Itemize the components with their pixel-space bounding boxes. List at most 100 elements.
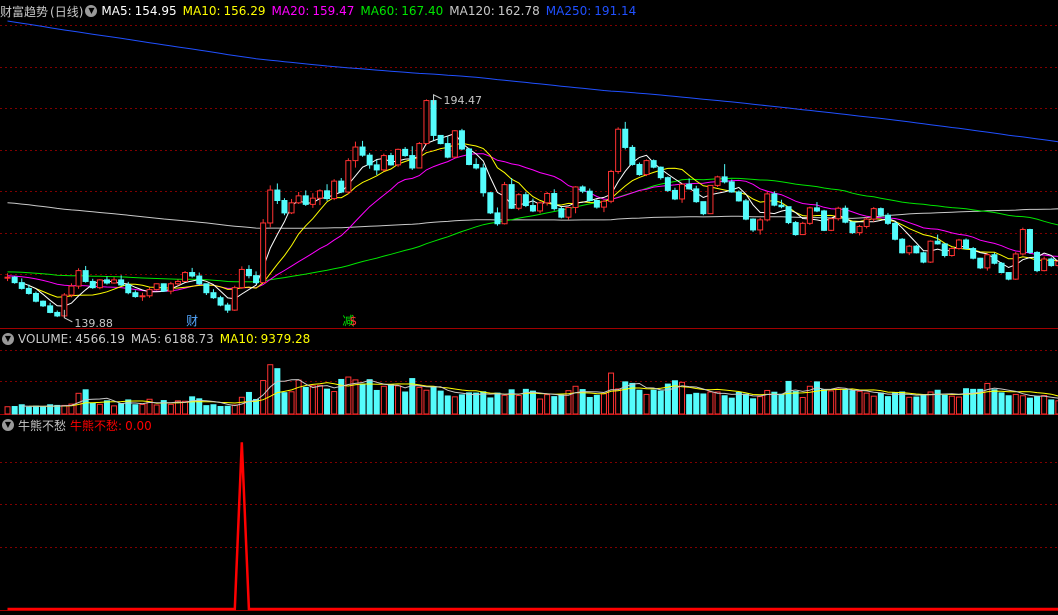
volume-bar-down <box>444 395 451 415</box>
volume-bar-up <box>515 395 522 415</box>
volume-bar-up <box>906 396 913 415</box>
chart-canvas[interactable]: 194.47139.88 财减$ <box>0 0 1058 615</box>
price-panel-header: 财富趋势 (日线) ▼ MA5: 154.95 MA10: 156.29 MA20:… <box>0 2 642 20</box>
candle-down <box>700 201 707 215</box>
candle-up <box>835 207 842 220</box>
volume-bar-down <box>636 389 643 415</box>
candle-down <box>778 204 785 208</box>
candle-down <box>622 128 629 148</box>
candle-down <box>32 292 39 302</box>
volume-bar-down <box>82 389 89 415</box>
candle-down <box>466 148 473 165</box>
volume-bar-up <box>544 394 551 415</box>
volume-bar-up <box>615 388 622 415</box>
volume-bar-down <box>1034 396 1041 415</box>
signal-marker: 财 <box>186 314 198 328</box>
volume-bar-down <box>54 404 61 415</box>
volume-bar-down <box>1005 395 1012 415</box>
candle-up <box>75 270 82 287</box>
volume-bar-down <box>849 390 856 415</box>
candle-down <box>1026 229 1033 253</box>
candle-down <box>324 190 331 200</box>
volume-bar-up <box>451 396 458 415</box>
ma60-legend: MA60: 167.40 <box>360 4 444 18</box>
candle-down <box>558 208 565 218</box>
candle-down <box>281 200 288 214</box>
high-price-label: 194.47 <box>444 94 483 107</box>
candle-up <box>167 283 174 292</box>
candle-up <box>799 222 806 236</box>
candle-down <box>529 205 536 212</box>
candle-down <box>842 207 849 223</box>
volume-bar-up <box>167 403 174 415</box>
indicator-panel-header: ▼ 牛熊不愁 牛熊不愁: 0.00 <box>0 416 152 434</box>
volume-panel-header: ▼ VOLUME: 4566.19 MA5: 6188.73 MA10: 9379.2… <box>0 330 316 348</box>
candle-up <box>260 222 267 284</box>
volume-bar-down <box>189 396 196 415</box>
volume-bar-down <box>742 393 749 415</box>
candle-down <box>189 272 196 277</box>
volume-bar-up <box>96 403 103 415</box>
volume-bar-up <box>863 392 870 415</box>
candle-up <box>139 295 146 298</box>
volume-bar-up <box>714 391 721 415</box>
candle-up <box>515 194 522 209</box>
candle-down <box>750 218 757 231</box>
candle-up <box>352 146 359 162</box>
chevron-down-icon[interactable]: ▼ <box>2 333 14 345</box>
chevron-down-icon[interactable]: ▼ <box>2 419 14 431</box>
candle-up <box>174 280 181 285</box>
volume-bar-up <box>1019 395 1026 415</box>
candle-down <box>210 292 217 299</box>
candle-down <box>735 191 742 202</box>
candle-up <box>345 160 352 193</box>
volume-bar-up <box>111 405 118 415</box>
candle-up <box>316 190 323 199</box>
volume-bar-down <box>664 383 671 415</box>
candle-down <box>579 186 586 192</box>
volume-bar-down <box>480 391 487 415</box>
volume-bar-down <box>32 405 39 415</box>
volume-bar-up <box>61 404 68 415</box>
candle-down <box>480 167 487 194</box>
volume-bar-down <box>913 396 920 415</box>
volume-bar-down <box>89 402 96 415</box>
volume-bar-down <box>473 392 480 415</box>
indicator-line <box>7 442 1058 611</box>
candle-down <box>742 200 749 220</box>
candle-up <box>96 279 103 289</box>
candle-down <box>203 283 210 294</box>
volume-bar-up <box>416 386 423 415</box>
volume-ma10-legend: MA10: 9379.28 <box>219 332 311 346</box>
candle-up <box>906 245 913 254</box>
candle-down <box>849 221 856 234</box>
candle-down <box>977 257 984 269</box>
candle-up <box>288 202 295 214</box>
volume-bar-down <box>1026 397 1033 415</box>
volume-bar-up <box>288 391 295 415</box>
candle-down <box>522 194 529 207</box>
candle-down <box>366 154 373 166</box>
candle-down <box>253 275 260 284</box>
volume-bar-down <box>466 392 473 415</box>
candle-up <box>537 202 544 212</box>
candle-down <box>686 183 693 190</box>
volume-bar-down <box>877 392 884 415</box>
candle-up <box>182 272 189 282</box>
volume-bar-down <box>884 396 891 415</box>
volume-bar-up <box>295 379 302 415</box>
volume-bar-down <box>118 403 125 415</box>
volume-bar-down <box>387 384 394 415</box>
volume-bar-down <box>558 394 565 415</box>
volume-bar-down <box>785 380 792 415</box>
volume-bar-down <box>245 391 252 415</box>
candle-down <box>11 276 18 284</box>
candle-up <box>615 128 622 172</box>
candle-up <box>643 160 650 176</box>
volume-bar-up <box>828 390 835 415</box>
chevron-down-icon[interactable]: ▼ <box>85 5 98 17</box>
volume-bar-down <box>281 392 288 415</box>
volume-bar-up <box>572 385 579 415</box>
candle-down <box>224 304 231 311</box>
indicator-legend: 牛熊不愁: 0.00 <box>70 418 152 433</box>
